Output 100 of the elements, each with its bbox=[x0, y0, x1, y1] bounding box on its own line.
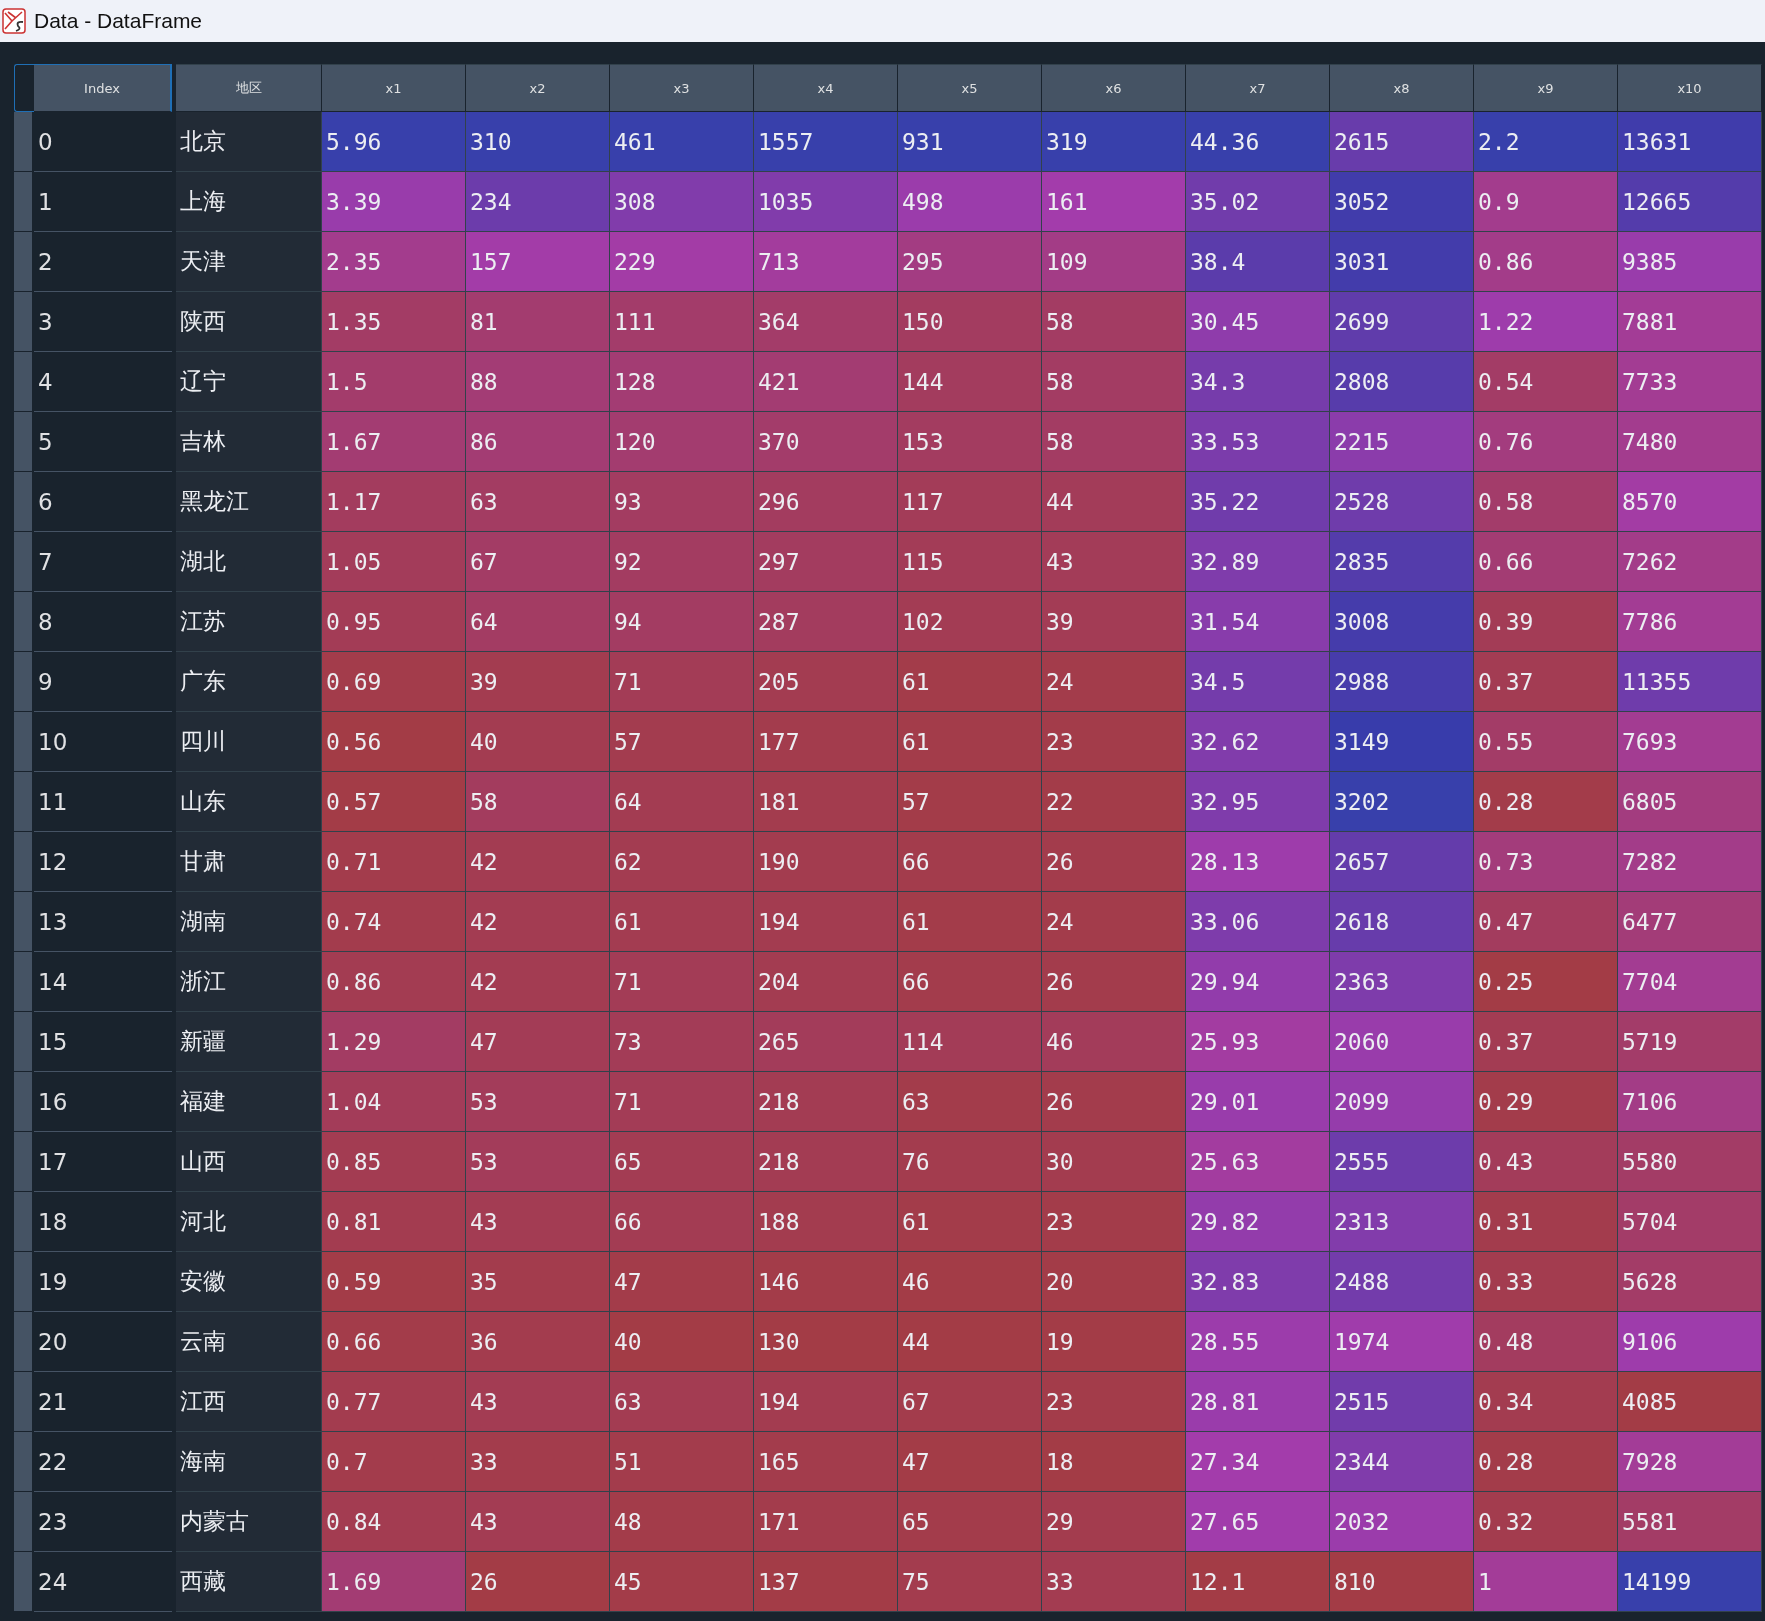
table-cell: 76 bbox=[898, 1132, 1042, 1192]
table-cell: 2618 bbox=[1330, 892, 1474, 952]
table-cell: 5580 bbox=[1618, 1132, 1762, 1192]
table-cell: 甘肃 bbox=[176, 832, 322, 892]
table-cell: 33 bbox=[466, 1432, 610, 1492]
table-cell: 130 bbox=[754, 1312, 898, 1372]
table-cell: 0.28 bbox=[1474, 1432, 1618, 1492]
column-header[interactable]: x1 bbox=[322, 64, 466, 112]
table-cell: 0.57 bbox=[322, 772, 466, 832]
table-cell: 3149 bbox=[1330, 712, 1474, 772]
row-header[interactable] bbox=[14, 1192, 34, 1252]
table-cell: 5704 bbox=[1618, 1192, 1762, 1252]
row-header[interactable] bbox=[14, 772, 34, 832]
row-header[interactable] bbox=[14, 532, 34, 592]
row-header[interactable] bbox=[14, 1432, 34, 1492]
row-header[interactable] bbox=[14, 1552, 34, 1612]
table-cell: 24 bbox=[1042, 652, 1186, 712]
column-header[interactable]: x6 bbox=[1042, 64, 1186, 112]
column-header[interactable]: 地区 bbox=[176, 64, 322, 112]
row-header[interactable] bbox=[14, 352, 34, 412]
row-header[interactable] bbox=[14, 1132, 34, 1192]
column-header[interactable]: x2 bbox=[466, 64, 610, 112]
table-cell: 114 bbox=[898, 1012, 1042, 1072]
table-cell: 153 bbox=[898, 412, 1042, 472]
table-cell: 3031 bbox=[1330, 232, 1474, 292]
table-cell: 2555 bbox=[1330, 1132, 1474, 1192]
row-header[interactable] bbox=[14, 1492, 34, 1552]
table-cell: 75 bbox=[898, 1552, 1042, 1612]
table-cell: 33.53 bbox=[1186, 412, 1330, 472]
row-header[interactable] bbox=[14, 172, 34, 232]
table-cell: 29.94 bbox=[1186, 952, 1330, 1012]
table-cell: 128 bbox=[610, 352, 754, 412]
table-cell: 内蒙古 bbox=[176, 1492, 322, 1552]
table-cell: 38.4 bbox=[1186, 232, 1330, 292]
row-header[interactable] bbox=[14, 412, 34, 472]
table-cell: 2488 bbox=[1330, 1252, 1474, 1312]
column-header[interactable]: x7 bbox=[1186, 64, 1330, 112]
table-cell: 0.73 bbox=[1474, 832, 1618, 892]
table-cell: 218 bbox=[754, 1072, 898, 1132]
table-cell: 157 bbox=[466, 232, 610, 292]
table-cell: 1.22 bbox=[1474, 292, 1618, 352]
row-header[interactable] bbox=[14, 1372, 34, 1432]
table-cell: 2313 bbox=[1330, 1192, 1474, 1252]
table-cell: 218 bbox=[754, 1132, 898, 1192]
table-cell: 26 bbox=[1042, 832, 1186, 892]
column-header[interactable]: x8 bbox=[1330, 64, 1474, 112]
table-cell: 0.28 bbox=[1474, 772, 1618, 832]
column-header[interactable]: x9 bbox=[1474, 64, 1618, 112]
table-cell: 29 bbox=[1042, 1492, 1186, 1552]
row-header[interactable] bbox=[14, 472, 34, 532]
table-cell: 河北 bbox=[176, 1192, 322, 1252]
table-cell: 46 bbox=[898, 1252, 1042, 1312]
row-header[interactable] bbox=[14, 832, 34, 892]
row-header[interactable] bbox=[14, 1312, 34, 1372]
row-header[interactable] bbox=[14, 112, 34, 172]
table-cell: 1.29 bbox=[322, 1012, 466, 1072]
column-header[interactable]: Index bbox=[34, 64, 172, 112]
table-cell: 287 bbox=[754, 592, 898, 652]
table-cell: 39 bbox=[466, 652, 610, 712]
row-header[interactable] bbox=[14, 652, 34, 712]
table-cell: 66 bbox=[610, 1192, 754, 1252]
table-cell: 11355 bbox=[1618, 652, 1762, 712]
row-header[interactable] bbox=[14, 712, 34, 772]
column-header[interactable]: x10 bbox=[1618, 64, 1762, 112]
table-cell: 34.5 bbox=[1186, 652, 1330, 712]
row-header[interactable] bbox=[14, 1072, 34, 1132]
table-cell: 新疆 bbox=[176, 1012, 322, 1072]
table-cell: 0.71 bbox=[322, 832, 466, 892]
table-cell: 0.37 bbox=[1474, 1012, 1618, 1072]
table-cell: 7704 bbox=[1618, 952, 1762, 1012]
table-cell: 福建 bbox=[176, 1072, 322, 1132]
table-cell: 33.06 bbox=[1186, 892, 1330, 952]
row-header[interactable] bbox=[14, 952, 34, 1012]
column-header[interactable]: x5 bbox=[898, 64, 1042, 112]
row-header[interactable] bbox=[14, 892, 34, 952]
table-cell: 23 bbox=[1042, 1192, 1186, 1252]
table-cell: 64 bbox=[466, 592, 610, 652]
table-cell: 39 bbox=[1042, 592, 1186, 652]
table-cell: 161 bbox=[1042, 172, 1186, 232]
row-header[interactable] bbox=[14, 592, 34, 652]
table-cell: 53 bbox=[466, 1132, 610, 1192]
row-header[interactable] bbox=[14, 1012, 34, 1072]
table-cell: 30.45 bbox=[1186, 292, 1330, 352]
table-cell: 43 bbox=[466, 1372, 610, 1432]
table-cell: 61 bbox=[898, 712, 1042, 772]
table-cell: 14199 bbox=[1618, 1552, 1762, 1612]
table-cell: 3008 bbox=[1330, 592, 1474, 652]
table-cell: 安徽 bbox=[176, 1252, 322, 1312]
column-header[interactable]: x3 bbox=[610, 64, 754, 112]
row-header[interactable] bbox=[14, 232, 34, 292]
table-cell: 0.95 bbox=[322, 592, 466, 652]
row-header[interactable] bbox=[14, 292, 34, 352]
table-cell: 150 bbox=[898, 292, 1042, 352]
table-cell: 1 bbox=[1474, 1552, 1618, 1612]
table-cell: 山东 bbox=[176, 772, 322, 832]
table-cell: 204 bbox=[754, 952, 898, 1012]
column-header[interactable]: x4 bbox=[754, 64, 898, 112]
table-cell: 58 bbox=[1042, 352, 1186, 412]
row-header[interactable] bbox=[14, 1252, 34, 1312]
table-cell: 北京 bbox=[176, 112, 322, 172]
